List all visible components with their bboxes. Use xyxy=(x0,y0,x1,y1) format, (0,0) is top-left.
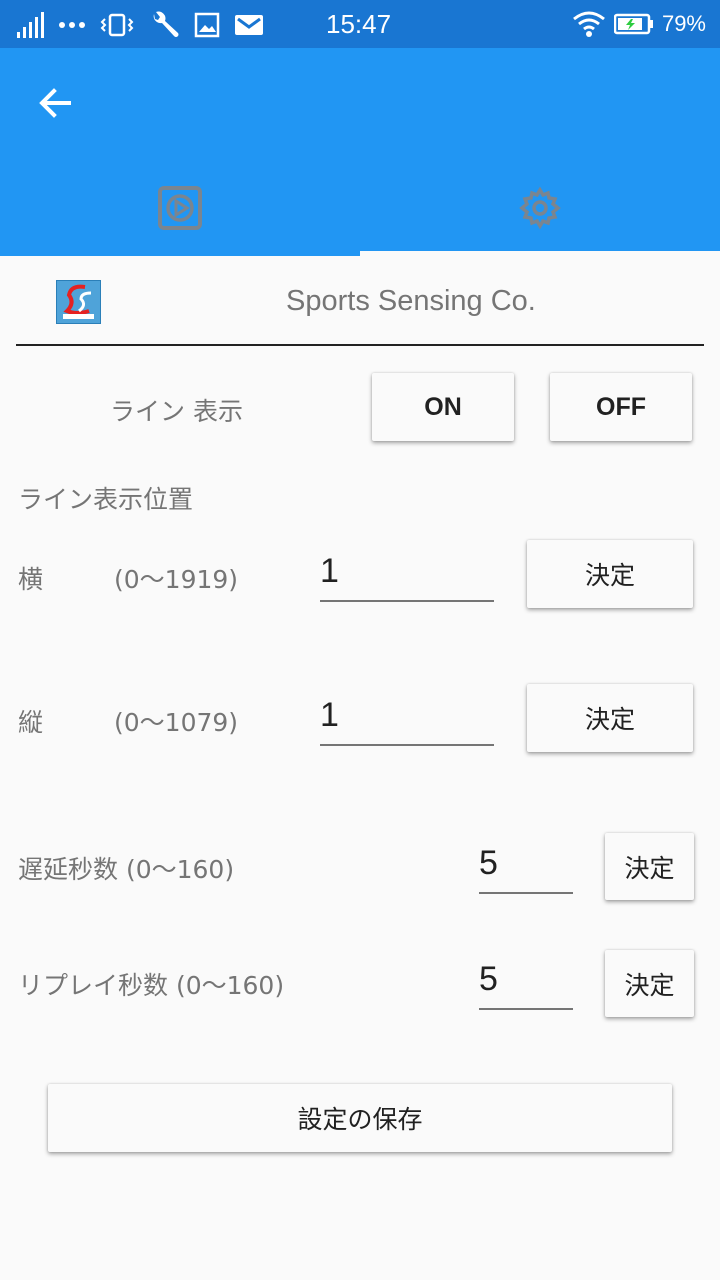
company-name: Sports Sensing Co. xyxy=(286,285,536,317)
gear-icon xyxy=(519,187,561,229)
tab-settings[interactable] xyxy=(360,168,720,248)
horizontal-label: 横 xyxy=(18,565,44,594)
vibrate-icon xyxy=(100,13,134,37)
delay-value: 5 xyxy=(479,844,498,882)
horizontal-value: 1 xyxy=(320,552,339,590)
mail-icon xyxy=(235,15,263,35)
delay-input[interactable]: 5 xyxy=(479,844,573,894)
video-play-icon xyxy=(158,186,202,230)
tab-indicator xyxy=(360,251,720,256)
status-time: 15:47 xyxy=(326,9,392,39)
horizontal-confirm-button[interactable]: 決定 xyxy=(527,540,693,608)
company-logo xyxy=(56,280,101,324)
vertical-value: 1 xyxy=(320,696,339,734)
vertical-confirm-button[interactable]: 決定 xyxy=(527,684,693,752)
wifi-icon xyxy=(573,11,605,37)
line-off-button[interactable]: OFF xyxy=(550,373,692,441)
logo-mark-icon xyxy=(63,284,94,319)
app-bar xyxy=(0,48,720,256)
arrow-left-icon xyxy=(39,88,71,118)
horizontal-input[interactable]: 1 xyxy=(320,552,494,602)
replay-input[interactable]: 5 xyxy=(479,960,573,1010)
line-on-button[interactable]: ON xyxy=(372,373,514,441)
signal-icon xyxy=(17,12,44,38)
wrench-icon xyxy=(153,11,179,37)
vertical-range: (0〜1079) xyxy=(114,708,239,737)
battery-icon xyxy=(613,13,653,35)
image-icon xyxy=(194,12,220,38)
status-bar: 15:47 79% xyxy=(0,0,720,48)
delay-label: 遅延秒数 (0〜160) xyxy=(18,855,235,884)
replay-confirm-button[interactable]: 決定 xyxy=(605,950,694,1017)
tab-video[interactable] xyxy=(0,168,360,248)
replay-label: リプレイ秒数 (0〜160) xyxy=(18,971,285,1000)
vertical-label: 縦 xyxy=(18,708,44,737)
delay-confirm-button[interactable]: 決定 xyxy=(605,833,694,900)
line-display-label: ライン 表示 xyxy=(110,397,243,426)
battery-percent: 79% xyxy=(661,11,706,36)
vertical-input[interactable]: 1 xyxy=(320,696,494,746)
back-button[interactable] xyxy=(30,78,80,128)
header-divider xyxy=(16,344,704,346)
horizontal-range: (0〜1919) xyxy=(114,565,239,594)
replay-value: 5 xyxy=(479,960,498,998)
line-position-title: ライン表示位置 xyxy=(18,485,194,514)
save-settings-button[interactable]: 設定の保存 xyxy=(48,1084,672,1152)
more-icon xyxy=(59,22,85,28)
